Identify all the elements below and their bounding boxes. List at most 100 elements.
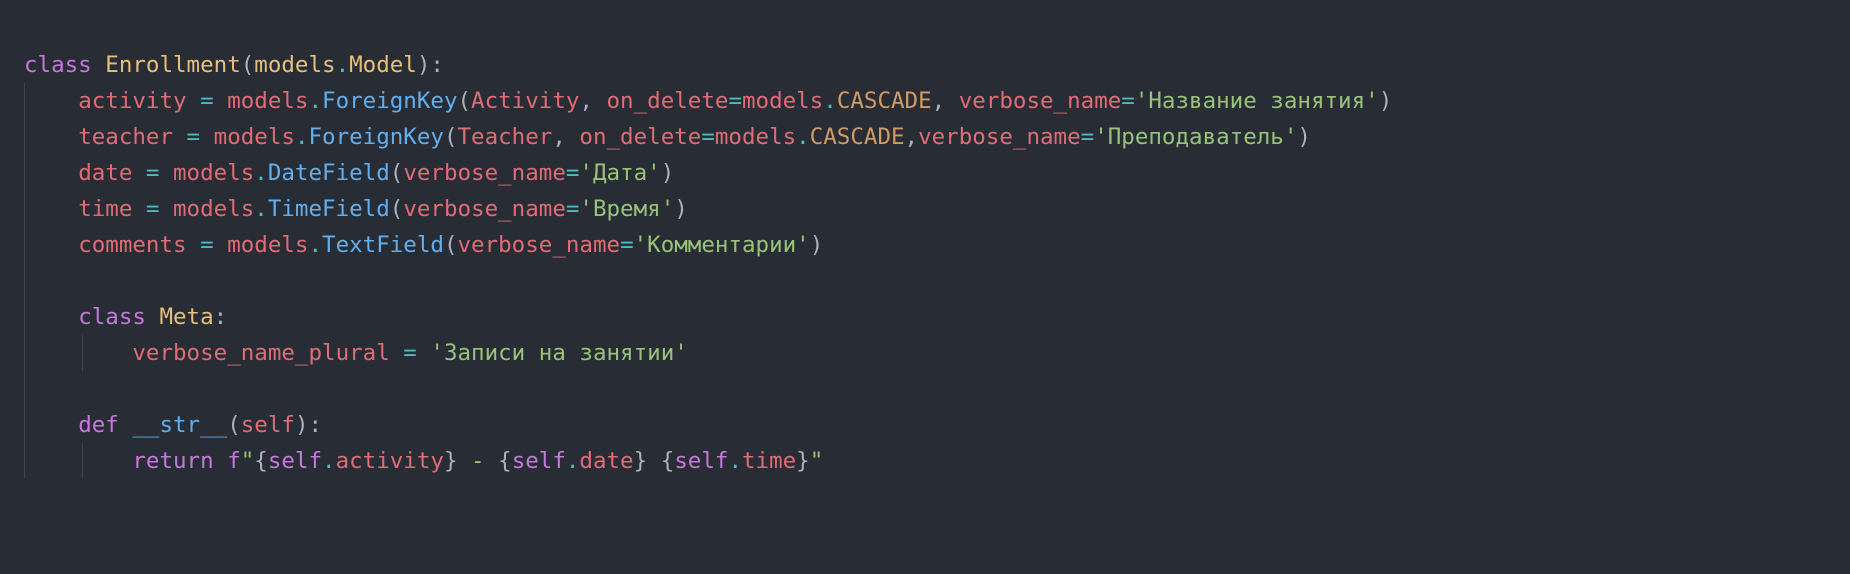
code-token: 'Дата' bbox=[579, 160, 661, 186]
code-token: " bbox=[240, 448, 255, 474]
code-token: CASCADE bbox=[836, 88, 932, 114]
code-line[interactable]: class Meta: bbox=[24, 299, 1392, 335]
code-token: ) bbox=[660, 160, 675, 186]
code-token: class bbox=[24, 52, 92, 78]
code-token: . bbox=[565, 448, 580, 474]
code-token: models bbox=[173, 160, 255, 186]
code-token: ) bbox=[1297, 124, 1311, 150]
code-token: { bbox=[660, 448, 675, 474]
code-token: TimeField bbox=[267, 196, 390, 222]
code-token: ( bbox=[457, 88, 472, 114]
code-token: = bbox=[132, 160, 174, 186]
code-content[interactable]: class Enrollment(models.Model): activity… bbox=[24, 47, 1392, 479]
code-token: = bbox=[132, 196, 174, 222]
code-line[interactable]: return f"{self.activity} - {self.date} {… bbox=[24, 443, 1392, 479]
code-line[interactable]: verbose_name_plural = 'Записи на занятии… bbox=[24, 335, 1392, 371]
code-token: date bbox=[579, 448, 634, 474]
code-token: = bbox=[701, 124, 715, 150]
code-token: . bbox=[308, 88, 323, 114]
code-line[interactable]: class Enrollment(models.Model): bbox=[24, 47, 1392, 83]
code-editor[interactable]: class Enrollment(models.Model): activity… bbox=[0, 0, 1850, 574]
code-line[interactable]: time = models.TimeField(verbose_name='Вр… bbox=[24, 191, 1392, 227]
code-token: = bbox=[565, 160, 580, 186]
code-token: } bbox=[633, 448, 648, 474]
code-token: = bbox=[1080, 124, 1095, 150]
code-line[interactable]: def __str__(self): bbox=[24, 407, 1392, 443]
code-token: activity bbox=[335, 448, 444, 474]
code-token: ( bbox=[240, 52, 255, 78]
code-token: . bbox=[823, 88, 837, 114]
code-token: 'Время' bbox=[579, 196, 675, 222]
code-token: . bbox=[308, 232, 323, 258]
code-token: models bbox=[213, 124, 295, 150]
code-token: 'Записи на занятии' bbox=[430, 340, 688, 366]
code-token: date bbox=[78, 160, 133, 186]
code-token: verbose_name bbox=[918, 124, 1081, 150]
code-token: } bbox=[443, 448, 458, 474]
code-token: ( bbox=[443, 232, 458, 258]
code-token: on_delete bbox=[606, 88, 729, 114]
code-token: , bbox=[904, 124, 919, 150]
code-token: . bbox=[322, 448, 336, 474]
code-token: , bbox=[931, 88, 959, 114]
code-line[interactable]: date = models.DateField(verbose_name='Да… bbox=[24, 155, 1392, 191]
code-token: ) bbox=[809, 232, 824, 258]
code-token: ( bbox=[389, 160, 404, 186]
code-token: __str__ bbox=[132, 412, 228, 438]
code-line[interactable] bbox=[24, 263, 1392, 299]
code-token: verbose_name bbox=[403, 196, 566, 222]
code-token: activity bbox=[78, 88, 187, 114]
code-token: def bbox=[78, 412, 119, 438]
code-token: = bbox=[728, 88, 742, 114]
code-token: 'Преподаватель' bbox=[1094, 124, 1298, 150]
code-token: ): bbox=[416, 52, 444, 78]
code-token: teacher bbox=[78, 124, 174, 150]
code-token: TextField bbox=[322, 232, 444, 258]
code-token: Model bbox=[349, 52, 417, 78]
code-token: ): bbox=[294, 412, 323, 438]
code-token: ForeignKey bbox=[322, 88, 458, 114]
code-token: time bbox=[741, 448, 797, 474]
code-token: models bbox=[227, 232, 309, 258]
code-token: , bbox=[579, 88, 607, 114]
code-token: . bbox=[335, 52, 350, 78]
code-token: f bbox=[227, 448, 241, 474]
code-token: ForeignKey bbox=[308, 124, 444, 150]
code-line[interactable]: teacher = models.ForeignKey(Teacher, on_… bbox=[24, 119, 1392, 155]
code-token: , bbox=[552, 124, 580, 150]
code-token: : bbox=[213, 304, 228, 330]
code-line[interactable] bbox=[24, 371, 1392, 407]
code-token: verbose_name bbox=[958, 88, 1122, 114]
code-token: . bbox=[728, 448, 742, 474]
code-token: comments bbox=[78, 232, 187, 258]
code-token: Activity bbox=[471, 88, 580, 114]
code-token: self bbox=[267, 448, 323, 474]
code-token: . bbox=[294, 124, 309, 150]
code-token: verbose_name bbox=[403, 160, 566, 186]
code-token: . bbox=[254, 196, 268, 222]
code-token: self bbox=[674, 448, 729, 474]
code-line[interactable]: comments = models.TextField(verbose_name… bbox=[24, 227, 1392, 263]
code-token: Meta bbox=[159, 304, 214, 330]
code-token: } bbox=[796, 448, 810, 474]
code-token: time bbox=[78, 196, 133, 222]
code-token: CASCADE bbox=[809, 124, 905, 150]
code-token: { bbox=[254, 448, 268, 474]
code-line[interactable]: activity = models.ForeignKey(Activity, o… bbox=[24, 83, 1392, 119]
code-token: ( bbox=[227, 412, 241, 438]
code-token: models bbox=[714, 124, 797, 150]
code-token: 'Название занятия' bbox=[1134, 88, 1379, 114]
code-token: self bbox=[511, 448, 566, 474]
